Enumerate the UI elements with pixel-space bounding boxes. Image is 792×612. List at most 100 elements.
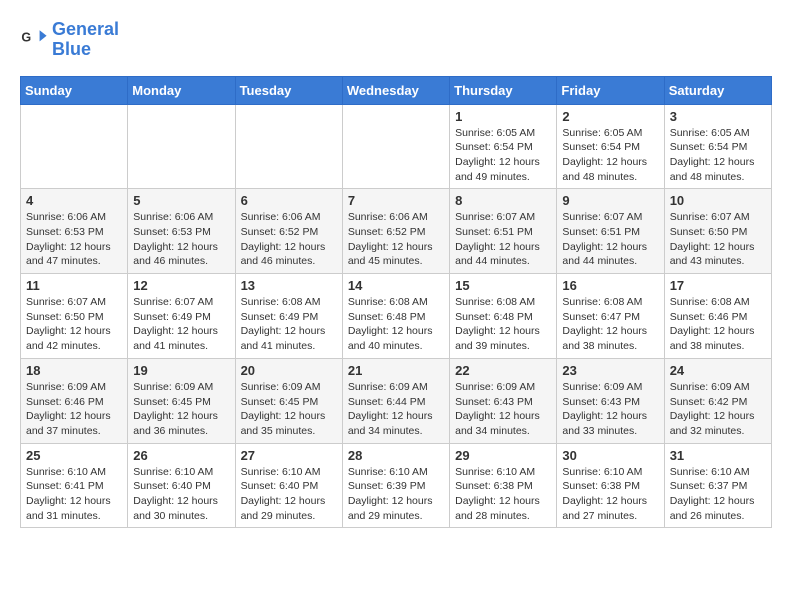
weekday-header: Saturday: [664, 76, 771, 104]
calendar-cell: 20 Sunrise: 6:09 AM Sunset: 6:45 PM Dayli…: [235, 358, 342, 443]
day-number: 29: [455, 448, 551, 463]
calendar-cell: 23Sunrise: 6:09 AM Sunset: 6:43 PM Dayli…: [557, 358, 664, 443]
logo-icon: G: [20, 26, 48, 54]
day-info: Sunrise: 6:08 AM Sunset: 6:49 PM Dayligh…: [241, 295, 337, 354]
calendar-cell: 8Sunrise: 6:07 AM Sunset: 6:51 PM Daylig…: [450, 189, 557, 274]
calendar-cell: 3 Sunrise: 6:05 AM Sunset: 6:54 PM Daylig…: [664, 104, 771, 189]
day-number: 12: [133, 278, 229, 293]
day-number: 8: [455, 193, 551, 208]
day-number: 20: [241, 363, 337, 378]
calendar-cell: 29 Sunrise: 6:10 AM Sunset: 6:38 PM Dayli…: [450, 443, 557, 528]
day-number: 25: [26, 448, 122, 463]
day-info: Sunrise: 6:10 AM Sunset: 6:38 PM Dayligh…: [562, 465, 658, 524]
calendar-cell: 19Sunrise: 6:09 AM Sunset: 6:45 PM Dayli…: [128, 358, 235, 443]
day-info: Sunrise: 6:06 AM Sunset: 6:52 PM Dayligh…: [348, 210, 444, 269]
day-number: 22: [455, 363, 551, 378]
calendar-cell: 15Sunrise: 6:08 AM Sunset: 6:48 PM Dayli…: [450, 274, 557, 359]
calendar-cell: 13 Sunrise: 6:08 AM Sunset: 6:49 PM Dayli…: [235, 274, 342, 359]
calendar-cell: [342, 104, 449, 189]
day-number: 21: [348, 363, 444, 378]
day-info: Sunrise: 6:07 AM Sunset: 6:49 PM Dayligh…: [133, 295, 229, 354]
day-info: Sunrise: 6:09 AM Sunset: 6:43 PM Dayligh…: [455, 380, 551, 439]
calendar-cell: 6 Sunrise: 6:06 AM Sunset: 6:52 PM Daylig…: [235, 189, 342, 274]
calendar-week-row: 25 Sunrise: 6:10 AM Sunset: 6:41 PM Dayli…: [21, 443, 772, 528]
calendar-cell: 18 Sunrise: 6:09 AM Sunset: 6:46 PM Dayli…: [21, 358, 128, 443]
day-number: 16: [562, 278, 658, 293]
day-info: Sunrise: 6:08 AM Sunset: 6:47 PM Dayligh…: [562, 295, 658, 354]
logo-text: General Blue: [52, 20, 119, 60]
day-number: 30: [562, 448, 658, 463]
day-number: 14: [348, 278, 444, 293]
day-info: Sunrise: 6:06 AM Sunset: 6:53 PM Dayligh…: [133, 210, 229, 269]
day-info: Sunrise: 6:09 AM Sunset: 6:45 PM Dayligh…: [133, 380, 229, 439]
calendar-week-row: 1 Sunrise: 6:05 AM Sunset: 6:54 PM Daylig…: [21, 104, 772, 189]
day-info: Sunrise: 6:09 AM Sunset: 6:45 PM Dayligh…: [241, 380, 337, 439]
calendar-cell: [21, 104, 128, 189]
calendar-cell: 4 Sunrise: 6:06 AM Sunset: 6:53 PM Daylig…: [21, 189, 128, 274]
day-info: Sunrise: 6:07 AM Sunset: 6:50 PM Dayligh…: [670, 210, 766, 269]
calendar-cell: 25 Sunrise: 6:10 AM Sunset: 6:41 PM Dayli…: [21, 443, 128, 528]
day-info: Sunrise: 6:10 AM Sunset: 6:40 PM Dayligh…: [241, 465, 337, 524]
calendar-table: SundayMondayTuesdayWednesdayThursdayFrid…: [20, 76, 772, 529]
day-number: 6: [241, 193, 337, 208]
day-number: 1: [455, 109, 551, 124]
day-number: 4: [26, 193, 122, 208]
calendar-cell: 31 Sunrise: 6:10 AM Sunset: 6:37 PM Dayli…: [664, 443, 771, 528]
calendar-cell: 10Sunrise: 6:07 AM Sunset: 6:50 PM Dayli…: [664, 189, 771, 274]
day-info: Sunrise: 6:08 AM Sunset: 6:48 PM Dayligh…: [348, 295, 444, 354]
calendar-cell: 24 Sunrise: 6:09 AM Sunset: 6:42 PM Dayli…: [664, 358, 771, 443]
day-info: Sunrise: 6:07 AM Sunset: 6:50 PM Dayligh…: [26, 295, 122, 354]
day-number: 9: [562, 193, 658, 208]
calendar-cell: 11 Sunrise: 6:07 AM Sunset: 6:50 PM Dayli…: [21, 274, 128, 359]
calendar-cell: [235, 104, 342, 189]
calendar-cell: [128, 104, 235, 189]
day-number: 31: [670, 448, 766, 463]
day-number: 28: [348, 448, 444, 463]
calendar-week-row: 18 Sunrise: 6:09 AM Sunset: 6:46 PM Dayli…: [21, 358, 772, 443]
day-info: Sunrise: 6:10 AM Sunset: 6:37 PM Dayligh…: [670, 465, 766, 524]
day-number: 11: [26, 278, 122, 293]
calendar-cell: 5 Sunrise: 6:06 AM Sunset: 6:53 PM Daylig…: [128, 189, 235, 274]
calendar-cell: 14 Sunrise: 6:08 AM Sunset: 6:48 PM Dayli…: [342, 274, 449, 359]
day-info: Sunrise: 6:10 AM Sunset: 6:39 PM Dayligh…: [348, 465, 444, 524]
day-number: 3: [670, 109, 766, 124]
calendar-cell: 7Sunrise: 6:06 AM Sunset: 6:52 PM Daylig…: [342, 189, 449, 274]
day-number: 27: [241, 448, 337, 463]
day-number: 24: [670, 363, 766, 378]
day-info: Sunrise: 6:06 AM Sunset: 6:52 PM Dayligh…: [241, 210, 337, 269]
calendar-cell: 9 Sunrise: 6:07 AM Sunset: 6:51 PM Daylig…: [557, 189, 664, 274]
day-info: Sunrise: 6:05 AM Sunset: 6:54 PM Dayligh…: [562, 126, 658, 185]
day-number: 17: [670, 278, 766, 293]
weekday-header: Thursday: [450, 76, 557, 104]
day-info: Sunrise: 6:10 AM Sunset: 6:38 PM Dayligh…: [455, 465, 551, 524]
day-info: Sunrise: 6:05 AM Sunset: 6:54 PM Dayligh…: [455, 126, 551, 185]
day-info: Sunrise: 6:05 AM Sunset: 6:54 PM Dayligh…: [670, 126, 766, 185]
day-info: Sunrise: 6:08 AM Sunset: 6:46 PM Dayligh…: [670, 295, 766, 354]
calendar-cell: 1 Sunrise: 6:05 AM Sunset: 6:54 PM Daylig…: [450, 104, 557, 189]
day-info: Sunrise: 6:09 AM Sunset: 6:44 PM Dayligh…: [348, 380, 444, 439]
day-info: Sunrise: 6:10 AM Sunset: 6:41 PM Dayligh…: [26, 465, 122, 524]
day-info: Sunrise: 6:09 AM Sunset: 6:46 PM Dayligh…: [26, 380, 122, 439]
calendar-cell: 22 Sunrise: 6:09 AM Sunset: 6:43 PM Dayli…: [450, 358, 557, 443]
page-header: G General Blue: [20, 20, 772, 60]
calendar-cell: 26Sunrise: 6:10 AM Sunset: 6:40 PM Dayli…: [128, 443, 235, 528]
day-info: Sunrise: 6:09 AM Sunset: 6:42 PM Dayligh…: [670, 380, 766, 439]
calendar-cell: 27 Sunrise: 6:10 AM Sunset: 6:40 PM Dayli…: [235, 443, 342, 528]
day-number: 18: [26, 363, 122, 378]
day-number: 23: [562, 363, 658, 378]
calendar-cell: 28 Sunrise: 6:10 AM Sunset: 6:39 PM Dayli…: [342, 443, 449, 528]
day-info: Sunrise: 6:06 AM Sunset: 6:53 PM Dayligh…: [26, 210, 122, 269]
calendar-cell: 21 Sunrise: 6:09 AM Sunset: 6:44 PM Dayli…: [342, 358, 449, 443]
weekday-header: Wednesday: [342, 76, 449, 104]
day-number: 5: [133, 193, 229, 208]
day-info: Sunrise: 6:07 AM Sunset: 6:51 PM Dayligh…: [562, 210, 658, 269]
day-number: 13: [241, 278, 337, 293]
day-number: 15: [455, 278, 551, 293]
day-number: 2: [562, 109, 658, 124]
calendar-cell: 12 Sunrise: 6:07 AM Sunset: 6:49 PM Dayli…: [128, 274, 235, 359]
day-info: Sunrise: 6:10 AM Sunset: 6:40 PM Dayligh…: [133, 465, 229, 524]
svg-text:G: G: [21, 30, 31, 44]
weekday-header: Monday: [128, 76, 235, 104]
calendar-cell: 17 Sunrise: 6:08 AM Sunset: 6:46 PM Dayli…: [664, 274, 771, 359]
weekday-header: Sunday: [21, 76, 128, 104]
